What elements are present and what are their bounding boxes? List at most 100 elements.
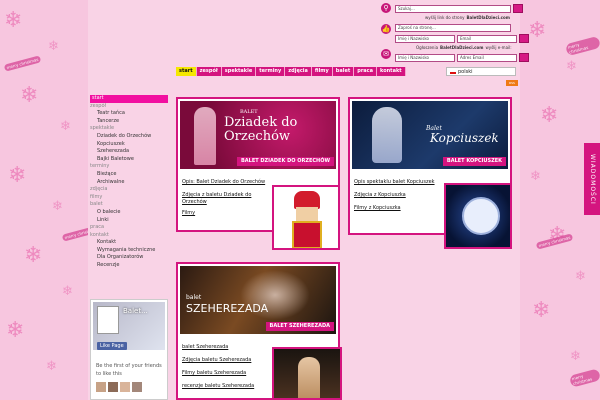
- facebook-like-label: Like Page: [100, 343, 124, 349]
- sidebar-item[interactable]: Tancerze: [90, 118, 168, 126]
- nav-item-0[interactable]: start: [176, 67, 197, 76]
- banner-szeherezada[interactable]: balet SZEHEREZADA BALET SZEHEREZADA: [180, 266, 336, 334]
- sidebar-item[interactable]: Dla Organizatorów: [90, 254, 168, 262]
- banner-kopciuszek[interactable]: Balet Kopciuszek BALET KOPCIUSZEK: [352, 101, 508, 169]
- nutcracker-body: [292, 221, 322, 248]
- link-szeherezada-films[interactable]: Filmy baletu Szeherezada: [182, 370, 246, 377]
- rss-icon[interactable]: RSS: [506, 80, 518, 86]
- facebook-page-name[interactable]: Balet...: [123, 307, 148, 315]
- search-button[interactable]: [513, 4, 523, 13]
- language-label: polski: [458, 69, 473, 75]
- friend-avatar: [108, 382, 118, 392]
- sidebar-item[interactable]: Kopciuszek: [90, 141, 168, 149]
- nav-item-4[interactable]: zdjęcia: [285, 67, 312, 76]
- nav-item-2[interactable]: spektakle: [222, 67, 257, 76]
- snowflake-icon: ❄: [575, 269, 586, 284]
- sidebar-item[interactable]: filmy: [90, 194, 168, 202]
- nav-item-1[interactable]: zespół: [197, 67, 222, 76]
- nav-item-8[interactable]: kontakt: [377, 67, 406, 76]
- snowflake-icon: ❄: [52, 199, 63, 214]
- clock-image[interactable]: [444, 183, 512, 249]
- sidebar-item[interactable]: Szeherezada: [90, 148, 168, 156]
- sidebar-item[interactable]: Kontakt: [90, 239, 168, 247]
- szeherezada-dancer-image[interactable]: [272, 347, 342, 400]
- name-field[interactable]: Imię i Nazwisko: [395, 34, 455, 43]
- link-kopciuszek-photos[interactable]: Zdjęcia z Kopciuszka: [354, 192, 406, 199]
- banner-caption: BALET KOPCIUSZEK: [442, 157, 506, 166]
- clock-icon: [462, 197, 500, 235]
- language-select[interactable]: polski: [446, 67, 516, 76]
- send-link-text: wyślij link do strony: [425, 15, 465, 20]
- dancer-figure: [194, 107, 216, 165]
- banner-title-main: Kopciuszek: [430, 131, 499, 145]
- sidebar-item[interactable]: terminy: [90, 163, 168, 171]
- sidebar-item[interactable]: Teatr tańca: [90, 110, 168, 118]
- announce-contact-row: Imię i Nazwisko Adres Email: [395, 53, 529, 62]
- nav-item-3[interactable]: terminy: [256, 67, 286, 76]
- sidebar-item[interactable]: kontakt: [90, 232, 168, 240]
- link-dziadek-films[interactable]: Filmy: [182, 210, 195, 217]
- announce-email-field[interactable]: Adres Email: [457, 53, 517, 62]
- sidebar-item[interactable]: balet: [90, 201, 168, 209]
- link-szeherezada-description[interactable]: balet Szeherezada: [182, 344, 228, 351]
- send-link-site: BaletDlaDzieci.com: [466, 15, 510, 20]
- sidebar-item[interactable]: zdjęcia: [90, 186, 168, 194]
- announce-name-field[interactable]: Imię i Nazwisko: [395, 53, 455, 62]
- link-dziadek-photos[interactable]: Zdjęcia z baletu Dziadek do Orzechów: [182, 192, 262, 206]
- snowflake-icon: ❄: [566, 59, 577, 74]
- messages-side-tab[interactable]: WIADOMOŚCI: [584, 143, 600, 215]
- facebook-widget: Balet... Like Page Be the first of your …: [90, 299, 168, 400]
- email-field[interactable]: Email: [457, 34, 517, 43]
- snowflake-icon: ❄: [6, 318, 25, 343]
- banner-dziadek[interactable]: BALET Dziadek do Orzechów BALET DZIADEK …: [180, 101, 336, 169]
- sidebar-item[interactable]: praca: [90, 224, 168, 232]
- snowflake-icon: ❄: [8, 163, 27, 188]
- snowflake-icon: ❄: [570, 349, 581, 364]
- snowflake-icon: ❄: [24, 243, 43, 268]
- sidebar-item[interactable]: Linki: [90, 217, 168, 225]
- nutcracker-image[interactable]: [272, 185, 340, 250]
- link-kopciuszek-description[interactable]: Opis spektaklu balet Kopciuszek: [354, 179, 435, 186]
- sidebar-item[interactable]: O balecie: [90, 209, 168, 217]
- invite-send-button[interactable]: [519, 34, 529, 43]
- link-kopciuszek-films[interactable]: Filmy z Kopciuszka: [354, 205, 401, 212]
- announce-row: Ogłoszenia BaletDlaDzieci.com wyślij e-m…: [416, 45, 512, 50]
- search-input[interactable]: Szukaj...: [395, 4, 511, 13]
- snowflake-icon: ❄: [20, 83, 39, 108]
- facebook-like-button[interactable]: Like Page: [97, 342, 127, 350]
- sidebar-item[interactable]: spektakle: [90, 125, 168, 133]
- nutcracker-face: [296, 207, 318, 221]
- snowflake-icon: ❄: [4, 8, 23, 33]
- merry-christmas-badge: merry christmas: [568, 368, 600, 388]
- snowflake-icon: ❄: [530, 169, 541, 184]
- banner-title-main: SZEHEREZADA: [186, 302, 269, 315]
- sidebar-item[interactable]: start: [90, 95, 168, 103]
- friend-avatar: [120, 382, 130, 392]
- dancer-figure: [298, 357, 320, 398]
- nav-item-5[interactable]: filmy: [312, 67, 333, 76]
- snowflake-icon: ❄: [62, 284, 73, 299]
- link-szeherezada-photos[interactable]: Zdjęcia baletu Szeherezada: [182, 357, 251, 364]
- banner-caption: BALET DZIADEK DO ORZECHÓW: [236, 157, 334, 166]
- announce-text: Ogłoszenia: [416, 45, 439, 50]
- nav-item-6[interactable]: balet: [333, 67, 355, 76]
- sidebar-item[interactable]: Archiwalne: [90, 179, 168, 187]
- top-navigation: start zespół spektakle terminy zdjęcia filmy b…: [176, 67, 406, 76]
- merry-christmas-badge: merry christmas: [3, 55, 42, 72]
- snowflake-icon: ❄: [540, 103, 559, 128]
- friend-avatar: [132, 382, 142, 392]
- announce-send-button[interactable]: [519, 53, 529, 62]
- snowflake-icon: ❄: [528, 18, 547, 43]
- announce-suffix: wyślij e-mail:: [485, 45, 512, 50]
- sidebar-item[interactable]: Bieżące: [90, 171, 168, 179]
- sidebar-item[interactable]: Dziadek do Orzechów: [90, 133, 168, 141]
- send-link-row: wyślij link do strony BaletDlaDzieci.com: [425, 15, 510, 20]
- link-dziadek-description[interactable]: Opis: Balet Dziadek do Orzechów: [182, 179, 265, 186]
- sidebar-item[interactable]: Bajki Baletowe: [90, 156, 168, 164]
- thumbs-up-icon: 👍: [381, 24, 391, 34]
- nav-item-7[interactable]: praca: [354, 67, 377, 76]
- sidebar-item[interactable]: Recenzje: [90, 262, 168, 270]
- invite-input[interactable]: Zaproś na stronę...: [395, 24, 511, 32]
- link-szeherezada-reviews[interactable]: recenzje baletu Szeherezada: [182, 383, 254, 390]
- search-icon: ⚲: [381, 3, 391, 13]
